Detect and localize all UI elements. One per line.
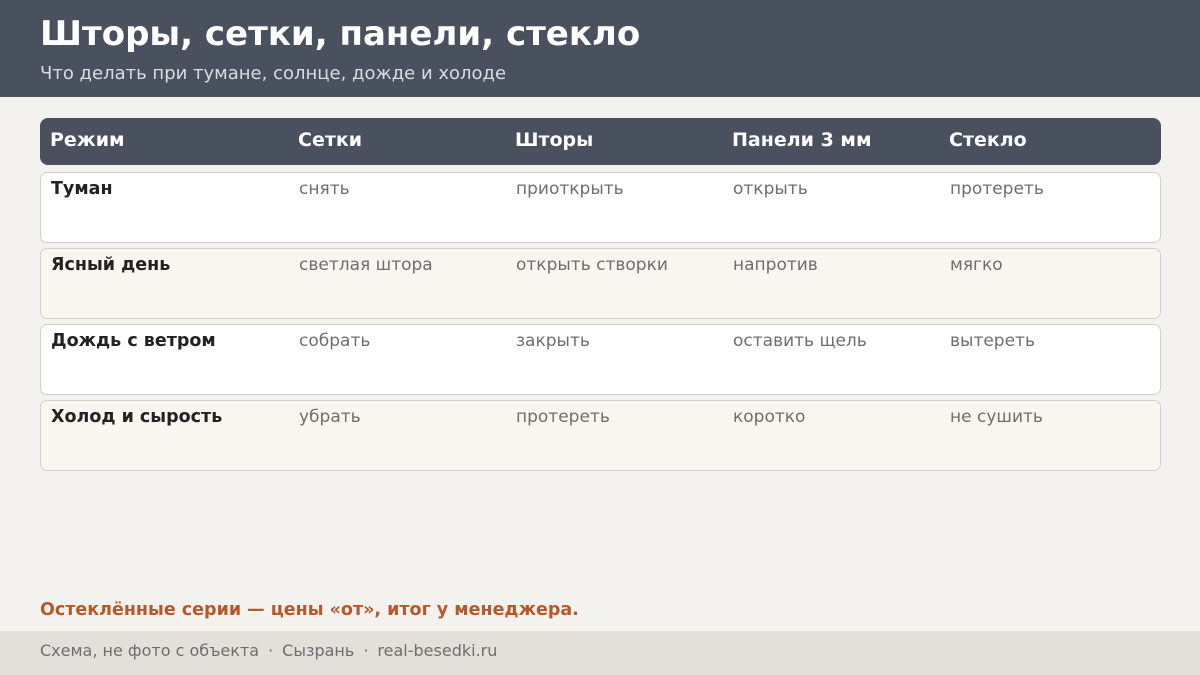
- column-header-glass: Стекло: [949, 129, 1027, 151]
- footer-separator: ·: [363, 641, 369, 660]
- footer-disclaimer: Схема, не фото с объекта: [40, 641, 260, 660]
- table-row: Туман снять приоткрыть открыть протереть: [40, 172, 1161, 243]
- header-banner: Шторы, сетки, панели, стекло Что делать …: [0, 0, 1200, 97]
- footer-text: Схема, не фото с объекта · Сызрань · real-be…: [40, 641, 497, 660]
- row-mode: Туман: [51, 179, 113, 199]
- footer-separator: ·: [268, 641, 274, 660]
- column-header-panels: Панели 3 мм: [732, 129, 872, 151]
- row-cell-curtains: протереть: [516, 407, 610, 427]
- row-cell-panels: напротив: [733, 255, 818, 275]
- row-cell-glass: протереть: [950, 179, 1044, 199]
- page-title: Шторы, сетки, панели, стекло: [40, 14, 641, 54]
- row-cell-nets: собрать: [299, 331, 371, 351]
- footer: Схема, не фото с объекта · Сызрань · real-be…: [0, 631, 1200, 675]
- row-mode: Дождь с ветром: [51, 331, 216, 351]
- row-cell-curtains: приоткрыть: [516, 179, 624, 199]
- row-cell-nets: убрать: [299, 407, 361, 427]
- footer-city: Сызрань: [282, 641, 355, 660]
- table-row: Холод и сырость убрать протереть коротко…: [40, 400, 1161, 471]
- row-cell-curtains: закрыть: [516, 331, 590, 351]
- row-cell-nets: снять: [299, 179, 350, 199]
- column-header-mode: Режим: [50, 129, 125, 151]
- table-header: Режим Сетки Шторы Панели 3 мм Стекло: [40, 118, 1161, 165]
- row-cell-curtains: открыть створки: [516, 255, 668, 275]
- column-header-curtains: Шторы: [515, 129, 594, 151]
- row-mode: Холод и сырость: [51, 407, 223, 427]
- row-cell-panels: открыть: [733, 179, 808, 199]
- row-cell-panels: коротко: [733, 407, 806, 427]
- footer-site: real-besedki.ru: [377, 641, 498, 660]
- table-row: Ясный день светлая штора открыть створки…: [40, 248, 1161, 319]
- row-cell-glass: вытереть: [950, 331, 1035, 351]
- row-mode: Ясный день: [51, 255, 171, 275]
- row-cell-panels: оставить щель: [733, 331, 867, 351]
- price-note: Остеклённые серии — цены «от», итог у ме…: [40, 600, 579, 620]
- row-cell-glass: мягко: [950, 255, 1003, 275]
- table-row: Дождь с ветром собрать закрыть оставить …: [40, 324, 1161, 395]
- column-header-nets: Сетки: [298, 129, 363, 151]
- row-cell-glass: не сушить: [950, 407, 1043, 427]
- page-subtitle: Что делать при тумане, солнце, дожде и х…: [40, 63, 507, 84]
- row-cell-nets: светлая штора: [299, 255, 433, 275]
